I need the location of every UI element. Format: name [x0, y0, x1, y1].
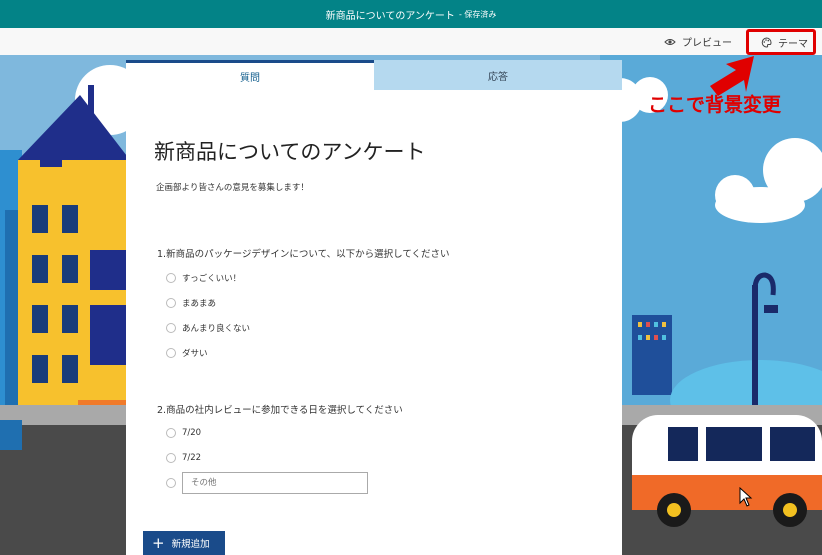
preview-label: プレビュー: [682, 38, 732, 49]
radio-button[interactable]: [166, 273, 176, 283]
preview-button[interactable]: プレビュー: [664, 28, 732, 55]
option-label: 7/20: [182, 428, 202, 438]
option-label: 7/22: [182, 453, 202, 463]
radio-button[interactable]: [166, 428, 176, 438]
title-bar: 新商品についてのアンケート - 保存済み: [0, 0, 822, 28]
question-1-text[interactable]: 1.新商品のパッケージデザインについて、以下から選択してください: [157, 246, 450, 260]
radio-button[interactable]: [166, 323, 176, 333]
question-2-other-option[interactable]: [166, 472, 368, 494]
add-new-button[interactable]: + 新規追加: [143, 531, 225, 555]
tab-bar: 質問 応答: [126, 60, 622, 90]
radio-button[interactable]: [166, 478, 176, 488]
question-1-option[interactable]: ダサい: [166, 347, 208, 359]
question-2-option[interactable]: 7/22: [166, 453, 201, 463]
tab-questions[interactable]: 質問: [126, 60, 374, 90]
palette-icon: [761, 36, 772, 48]
form-card: 質問 応答 新商品についてのアンケート 企画部より皆さんの意見を募集します！ 1…: [126, 60, 622, 555]
theme-button[interactable]: テーマ: [746, 29, 816, 55]
form-header-title: 新商品についてのアンケート: [325, 10, 455, 22]
radio-button[interactable]: [166, 453, 176, 463]
form-description[interactable]: 企画部より皆さんの意見を募集します！: [156, 181, 309, 193]
command-bar: プレビュー テーマ: [0, 28, 822, 55]
plus-icon: +: [152, 533, 165, 552]
tab-responses[interactable]: 応答: [374, 60, 622, 90]
question-1-option[interactable]: すっごくいい！: [166, 272, 241, 284]
add-new-label: 新規追加: [171, 539, 210, 550]
radio-button[interactable]: [166, 348, 176, 358]
radio-button[interactable]: [166, 298, 176, 308]
question-2-option[interactable]: 7/20: [166, 428, 201, 438]
question-1-option[interactable]: まあまあ: [166, 297, 216, 309]
eye-icon: [664, 38, 676, 45]
option-label: まあまあ: [182, 299, 217, 309]
question-1-option[interactable]: あんまり良くない: [166, 322, 250, 334]
save-status: - 保存済み: [458, 9, 497, 19]
option-label: あんまり良くない: [182, 324, 251, 334]
form-title[interactable]: 新商品についてのアンケート: [154, 136, 426, 166]
mouse-cursor-icon: [739, 487, 753, 507]
question-2-text[interactable]: 2.商品の社内レビューに参加できる日を選択してください: [157, 402, 403, 416]
option-label: ダサい: [182, 349, 208, 359]
option-label: すっごくいい！: [182, 274, 242, 284]
other-input[interactable]: [182, 472, 368, 494]
annotation-text: ここで背景変更: [648, 94, 782, 116]
theme-label: テーマ: [778, 38, 808, 50]
